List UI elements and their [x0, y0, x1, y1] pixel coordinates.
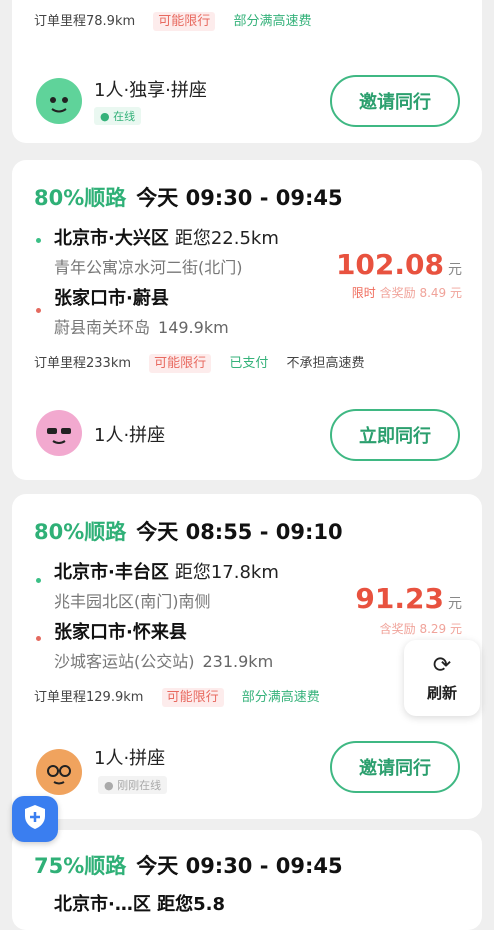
invite-button[interactable]: 邀请同行: [330, 741, 460, 793]
destination-address: 沙城客运站(公交站): [54, 652, 195, 671]
refresh-icon: ⟳: [432, 652, 452, 678]
online-status-badge: ● 刚刚在线: [98, 776, 168, 794]
tag-restriction: 可能限行: [149, 354, 212, 373]
price-value: 91.23: [355, 582, 444, 615]
destination-city: 张家口市·蔚县: [54, 288, 169, 309]
order-card-3[interactable]: 75%顺路 今天 09:30 - 09:45 北京市·…区 距您5.8: [12, 830, 482, 930]
order-card-1[interactable]: 80%顺路 今天 09:30 - 09:45 北京市·大兴区 距您22.5km 青年…: [12, 160, 482, 480]
origin-dot: [36, 238, 41, 243]
tag-restriction: 可能限行: [153, 12, 216, 31]
tag-paid: 已支付: [229, 356, 269, 371]
seat-label: 1人·拼座: [94, 748, 166, 769]
origin-address: 兆丰园北区(南门)南侧: [54, 592, 211, 611]
origin-city: 北京市·丰台区: [54, 562, 169, 583]
match-percent: 75%顺路: [34, 854, 127, 878]
order-tags: 订单里程233km 可能限行 已支付 不承担高速费: [34, 352, 378, 373]
join-now-button[interactable]: 立即同行: [330, 409, 460, 461]
origin-line: 北京市·…区 距您5.8: [54, 894, 225, 915]
destination-city: 张家口市·怀来县: [54, 622, 187, 643]
order-card-0[interactable]: 订单里程78.9km 可能限行 部分满高速费 1人·独享·拼座 ● 在线 邀请同…: [12, 0, 482, 143]
tag-mileage: 订单里程233km: [34, 356, 132, 371]
price-unit: 元: [448, 262, 462, 278]
tag-toll: 部分满高速费: [241, 690, 320, 705]
destination-address: 蔚县南关环岛: [54, 318, 151, 337]
price: 102.08 元: [336, 248, 462, 281]
tag-toll: 不承担高速费: [286, 356, 365, 371]
shield-plus-icon: [22, 803, 48, 835]
price-note-text: 含奖励 8.29 元: [379, 622, 462, 636]
avatar: [36, 78, 82, 124]
order-tags: 订单里程78.9km 可能限行 部分满高速费: [34, 10, 325, 31]
tag-restriction: 可能限行: [161, 688, 224, 707]
origin-city: 北京市·大兴区: [54, 228, 169, 249]
destination-km: 231.9km: [202, 652, 274, 671]
price-unit: 元: [448, 596, 462, 612]
time-window: 今天 09:30 - 09:45: [136, 854, 343, 878]
seat-label: 1人·独享·拼座: [94, 80, 207, 101]
price-value: 102.08: [335, 248, 444, 281]
price-note: 含奖励 8.29 元: [380, 620, 462, 637]
destination-address-line: 沙城客运站(公交站) 231.9km: [54, 648, 273, 672]
origin-distance: 距您22.5km: [174, 228, 279, 249]
origin-dot: [36, 578, 41, 583]
destination-line: 张家口市·蔚县: [54, 284, 169, 310]
avatar: [36, 410, 82, 456]
seat-label: 1人·拼座: [94, 425, 166, 446]
refresh-label: 刷新: [426, 683, 457, 702]
origin-line: 北京市·丰台区 距您17.8km: [54, 558, 279, 584]
card-header: 80%顺路 今天 09:30 - 09:45: [34, 182, 343, 212]
invite-button[interactable]: 邀请同行: [330, 75, 460, 127]
destination-address-line: 蔚县南关环岛 149.9km: [54, 314, 229, 338]
origin-line: 北京市·大兴区 距您22.5km: [54, 224, 279, 250]
destination-dot: [36, 636, 41, 641]
avatar: [36, 749, 82, 795]
online-status-badge: ● 在线: [94, 107, 142, 125]
card-header: 80%顺路 今天 08:55 - 09:10: [34, 516, 343, 546]
destination-km: 149.9km: [158, 318, 229, 337]
tag-mileage: 订单里程129.9km: [34, 690, 144, 705]
destination-dot: [36, 308, 41, 313]
tag-toll: 部分满高速费: [233, 14, 312, 29]
price-note: 限时 含奖励 8.49 元: [352, 284, 462, 301]
time-window: 今天 09:30 - 09:45: [136, 186, 343, 210]
card-header: 75%顺路 今天 09:30 - 09:45: [34, 850, 343, 880]
tag-mileage: 订单里程78.9km: [34, 14, 136, 29]
price: 91.23 元: [355, 582, 462, 615]
order-tags: 订单里程129.9km 可能限行 部分满高速费: [34, 686, 334, 707]
match-percent: 80%顺路: [34, 520, 127, 544]
price-note-text: 含奖励 8.49 元: [379, 286, 462, 300]
origin-address: 青年公寓凉水河二街(北门): [54, 258, 243, 277]
time-window: 今天 08:55 - 09:10: [136, 520, 343, 544]
safety-shield-button[interactable]: [12, 796, 58, 842]
price-note-label: 限时: [351, 286, 376, 300]
refresh-button[interactable]: ⟳ 刷新: [404, 640, 480, 716]
destination-line: 张家口市·怀来县: [54, 618, 187, 644]
match-percent: 80%顺路: [34, 186, 127, 210]
origin-distance: 距您17.8km: [174, 562, 279, 583]
